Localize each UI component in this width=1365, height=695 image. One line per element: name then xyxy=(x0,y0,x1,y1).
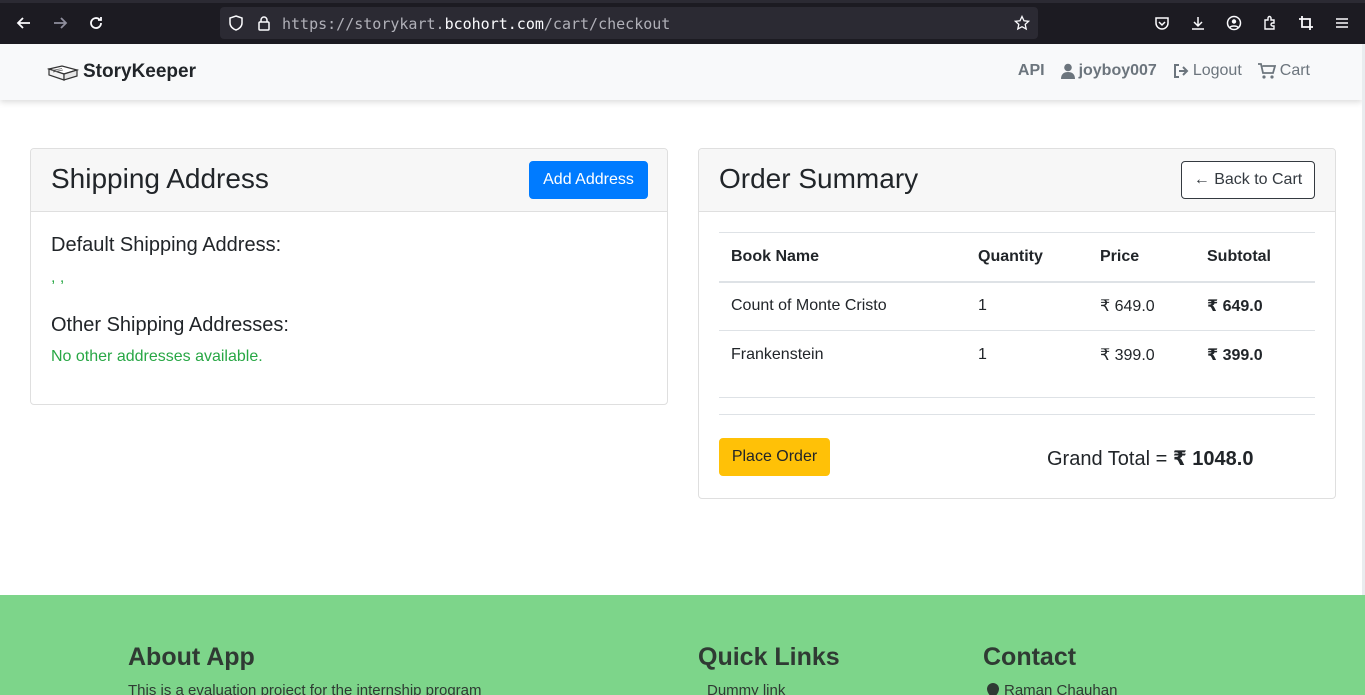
cart-link[interactable]: Cart xyxy=(1257,62,1310,80)
contact-name-label: Raman Chauhan xyxy=(1004,682,1118,695)
shipping-title: Shipping Address xyxy=(51,163,269,194)
order-summary-title: Order Summary xyxy=(719,163,919,194)
about-heading: About App xyxy=(128,643,255,671)
lock-icon[interactable] xyxy=(254,13,274,33)
order-card-header: Order Summary ← Back to Cart xyxy=(699,149,1335,212)
dummy-link[interactable]: Dummy link xyxy=(707,682,785,695)
book-icon xyxy=(47,65,79,81)
price-cell: ₹ 399.0 xyxy=(1088,330,1195,380)
default-address-heading: Default Shipping Address: xyxy=(51,234,282,256)
forward-arrow-icon[interactable] xyxy=(48,11,72,35)
add-address-button[interactable]: Add Address xyxy=(529,161,648,199)
cart-label: Cart xyxy=(1279,62,1310,79)
grand-total: Grand Total = ₹ 1048.0 xyxy=(1047,446,1253,471)
brand-link[interactable]: StoryKeeper xyxy=(47,61,196,83)
other-addresses-value: No other addresses available. xyxy=(51,348,263,365)
shipping-address-card: Shipping Address Add Address Default Shi… xyxy=(30,148,668,405)
quantity-cell: 1 xyxy=(966,281,1088,331)
user-icon xyxy=(1060,63,1075,79)
bookmark-star-icon[interactable] xyxy=(1012,13,1032,33)
subtotal-cell: ₹ 399.0 xyxy=(1195,330,1315,380)
logout-label: Logout xyxy=(1192,62,1242,79)
logout-icon xyxy=(1173,64,1189,78)
account-icon[interactable] xyxy=(1222,11,1246,35)
api-link[interactable]: API xyxy=(1018,62,1045,80)
column-subtotal: Subtotal xyxy=(1195,232,1315,283)
location-pin-icon xyxy=(987,682,999,695)
quantity-cell: 1 xyxy=(966,330,1088,380)
url-host: bcohort.com xyxy=(444,15,544,33)
app-navbar: StoryKeeper API joyboy007 Logout Cart xyxy=(0,44,1362,100)
book-name-cell: Frankenstein xyxy=(719,330,966,380)
address-bar[interactable]: https://storykart.bcohort.com/cart/check… xyxy=(220,7,1038,39)
order-summary-card: Order Summary ← Back to Cart Book Name Q… xyxy=(698,148,1336,499)
table-row: Frankenstein 1 ₹ 399.0 ₹ 399.0 xyxy=(719,330,1315,380)
shipping-card-header: Shipping Address Add Address xyxy=(31,149,667,212)
back-arrow-icon[interactable] xyxy=(12,11,36,35)
url-prefix: https://storykart. xyxy=(282,15,445,33)
reload-icon[interactable] xyxy=(84,11,108,35)
page-footer: About App This is a evaluation project f… xyxy=(0,595,1365,695)
user-link[interactable]: joyboy007 xyxy=(1060,62,1157,80)
subtotal-cell: ₹ 649.0 xyxy=(1195,281,1315,331)
contact-heading: Contact xyxy=(983,643,1077,671)
url-path: /cart/checkout xyxy=(543,15,671,33)
brand-name: StoryKeeper xyxy=(83,61,196,82)
table-header-row: Book Name Quantity Price Subtotal xyxy=(719,232,1315,283)
cart-icon xyxy=(1257,63,1276,79)
back-to-cart-button[interactable]: ← Back to Cart xyxy=(1181,161,1315,199)
default-address-value: , , xyxy=(51,269,65,286)
other-addresses-heading: Other Shipping Addresses: xyxy=(51,314,289,336)
price-cell: ₹ 649.0 xyxy=(1088,281,1195,331)
extensions-icon[interactable] xyxy=(1258,11,1282,35)
contact-name: Raman Chauhan xyxy=(986,682,1117,695)
download-icon[interactable] xyxy=(1186,11,1210,35)
table-bottom-divider xyxy=(719,397,1315,398)
table-row: Count of Monte Cristo 1 ₹ 649.0 ₹ 649.0 xyxy=(719,281,1315,331)
shield-icon[interactable] xyxy=(226,13,246,33)
quick-links-heading: Quick Links xyxy=(698,643,840,671)
logout-link[interactable]: Logout xyxy=(1173,62,1242,80)
about-text: This is a evaluation project for the int… xyxy=(128,682,482,695)
grand-total-label: Grand Total = xyxy=(1047,448,1173,470)
username-label: joyboy007 xyxy=(1078,62,1157,79)
grand-total-value: ₹ 1048.0 xyxy=(1172,448,1254,470)
column-price: Price xyxy=(1088,232,1195,283)
crop-icon[interactable] xyxy=(1294,11,1318,35)
menu-icon[interactable] xyxy=(1330,11,1354,35)
book-name-cell: Count of Monte Cristo xyxy=(719,281,966,331)
pocket-icon[interactable] xyxy=(1150,11,1174,35)
order-table: Book Name Quantity Price Subtotal Count … xyxy=(719,232,1315,380)
place-order-button[interactable]: Place Order xyxy=(719,438,830,476)
column-quantity: Quantity xyxy=(966,232,1088,283)
browser-toolbar: https://storykart.bcohort.com/cart/check… xyxy=(0,0,1365,44)
total-divider xyxy=(719,414,1315,415)
column-book-name: Book Name xyxy=(719,232,966,283)
url-text[interactable]: https://storykart.bcohort.com/cart/check… xyxy=(282,15,670,33)
